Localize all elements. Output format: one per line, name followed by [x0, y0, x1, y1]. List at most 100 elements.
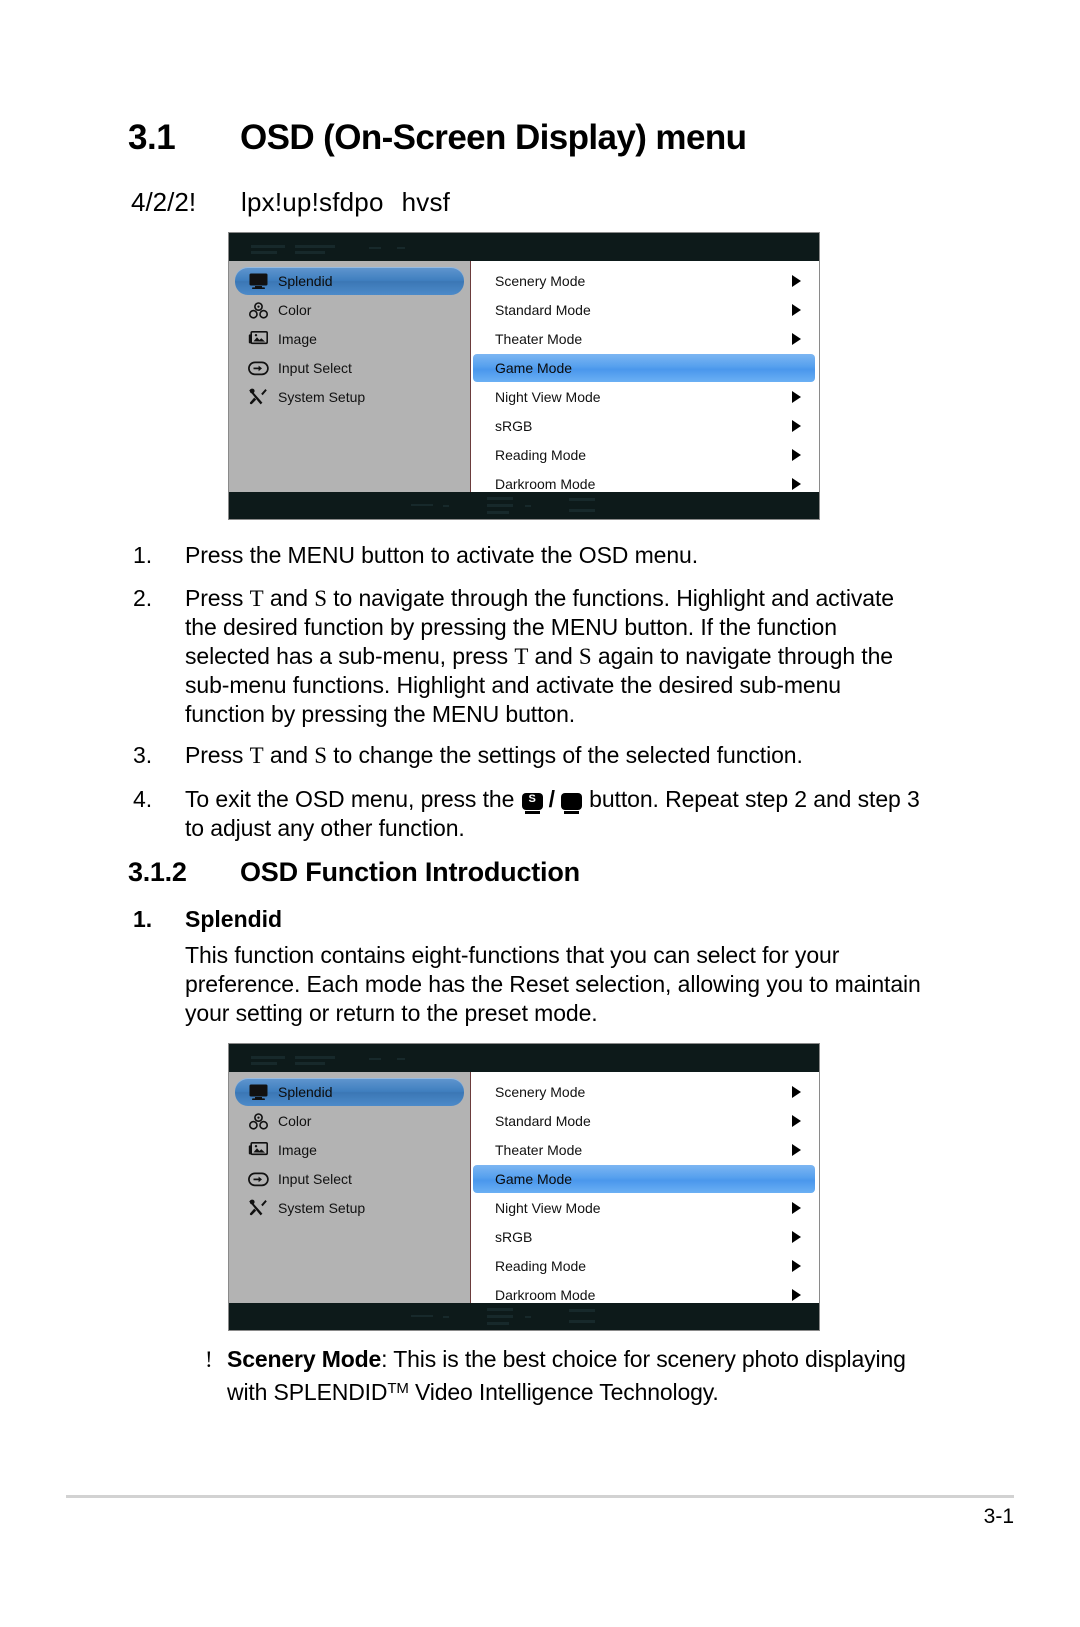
chevron-right-icon: [792, 304, 801, 316]
osd-option-scenery-mode[interactable]: Scenery Mode: [473, 267, 815, 295]
chevron-right-icon: [792, 1144, 801, 1156]
osd-body: Splendid Color Image Input Select System…: [229, 261, 819, 493]
osd-left-menu: Splendid Color Image Input Select System…: [229, 1072, 471, 1304]
step-text: To exit the OSD menu, press the S / butto…: [185, 785, 923, 843]
osd-option-night-view-mode[interactable]: Night View Mode: [473, 1194, 815, 1222]
osd-option-label: Theater Mode: [495, 1142, 583, 1158]
subsection-title-part-b: hvsf: [401, 187, 451, 217]
osd-left-menu: Splendid Color Image Input Select System…: [229, 261, 471, 493]
step-text: Press T and S to navigate through the fu…: [185, 584, 923, 729]
osd-menu-item-splendid[interactable]: Splendid: [235, 1078, 464, 1106]
osd-option-game-mode[interactable]: Game Mode: [473, 1165, 815, 1193]
color-circles-icon: [247, 1111, 269, 1131]
section-heading: 3.1 OSD (On-Screen Display) menu: [128, 118, 948, 158]
osd-select-button-glyph: S: [528, 793, 536, 805]
splendid-item-title: Splendid: [185, 906, 283, 932]
chevron-right-icon: [792, 275, 801, 287]
picture-icon: [247, 329, 269, 349]
osd-menu-item-color[interactable]: Color: [235, 296, 464, 324]
osd-option-label: Reading Mode: [495, 447, 587, 463]
scenery-mode-bullet-text: Scenery Mode: This is the best choice fo…: [227, 1345, 925, 1407]
bullet-marker: !: [205, 1347, 213, 1372]
step-4: 4. To exit the OSD menu, press the S / bu…: [133, 785, 923, 843]
chevron-right-icon: [792, 1115, 801, 1127]
osd-option-standard-mode[interactable]: Standard Mode: [473, 1107, 815, 1135]
osd-menu-item-system-setup[interactable]: System Setup: [235, 383, 464, 411]
chevron-right-icon: [792, 1289, 801, 1301]
osd-option-label: sRGB: [495, 418, 533, 434]
osd-menu-item-label: Color: [278, 1113, 312, 1129]
osd-menu-item-splendid[interactable]: Splendid: [235, 267, 464, 295]
osd-menu-item-input-select[interactable]: Input Select: [235, 354, 464, 382]
up-arrow-symbol: T: [249, 586, 264, 611]
osd-option-label: Theater Mode: [495, 331, 583, 347]
osd-option-label: Night View Mode: [495, 1200, 601, 1216]
osd-menu-item-system-setup[interactable]: System Setup: [235, 1194, 464, 1222]
chevron-right-icon: [792, 449, 801, 461]
osd-top-bar: [229, 1044, 819, 1072]
osd-menu-item-label: Input Select: [278, 1171, 352, 1187]
chevron-right-icon: [792, 333, 801, 345]
osd-option-label: Game Mode: [495, 360, 573, 376]
osd-option-label: Scenery Mode: [495, 273, 586, 289]
chevron-right-icon: [792, 1231, 801, 1243]
osd-menu-item-image[interactable]: Image: [235, 1136, 464, 1164]
step-3: 3. Press T and S to change the settings …: [133, 741, 923, 770]
chevron-right-icon: [792, 1202, 801, 1214]
osd-option-label: Darkroom Mode: [495, 476, 596, 492]
osd-option-label: Night View Mode: [495, 389, 601, 405]
monitor-icon: [247, 271, 269, 291]
osd-option-reading-mode[interactable]: Reading Mode: [473, 441, 815, 469]
osd-select-button-icon: S: [521, 793, 543, 814]
osd-option-game-mode[interactable]: Game Mode: [473, 354, 815, 382]
function-intro-title: OSD Function Introduction: [240, 857, 580, 887]
scenery-mode-bullet: ! Scenery Mode: This is the best choice …: [205, 1345, 925, 1407]
osd-option-scenery-mode[interactable]: Scenery Mode: [473, 1078, 815, 1106]
osd-menu-item-label: System Setup: [278, 1200, 366, 1216]
osd-bottom-bar: [229, 1303, 819, 1330]
down-arrow-symbol: S: [314, 743, 327, 768]
step-number: 1.: [133, 542, 152, 568]
osd-menu-item-label: System Setup: [278, 389, 366, 405]
osd-option-label: Game Mode: [495, 1171, 573, 1187]
osd-bottom-bar: [229, 492, 819, 519]
picture-icon: [247, 1140, 269, 1160]
chevron-right-icon: [792, 1086, 801, 1098]
osd-body: Splendid Color Image Input Select System…: [229, 1072, 819, 1304]
osd-menu-item-image[interactable]: Image: [235, 325, 464, 353]
scenery-bullet-part: Video Intelligence Technology.: [408, 1379, 719, 1405]
osd-menu-item-color[interactable]: Color: [235, 1107, 464, 1135]
osd-menu-item-label: Image: [278, 1142, 317, 1158]
osd-right-menu: Scenery Mode Standard Mode Theater Mode …: [471, 1072, 819, 1304]
osd-menu-item-label: Input Select: [278, 360, 352, 376]
osd-power-button-glyph: [561, 793, 582, 806]
trademark-symbol: TM: [387, 1380, 409, 1397]
splendid-body-text: This function contains eight-functions t…: [185, 942, 921, 1026]
step-number: 2.: [133, 585, 152, 611]
subsection-title-part-a: lpx!up!sfdpo: [241, 187, 384, 217]
splendid-item-number: 1.: [133, 906, 153, 932]
osd-power-button-icon: [560, 793, 582, 814]
step-text-part: and: [263, 585, 315, 611]
step-text-part: to change the settings of the selected f…: [326, 742, 803, 768]
step-text-part: To exit the OSD menu, press the: [185, 786, 521, 812]
osd-option-label: Standard Mode: [495, 1113, 591, 1129]
osd-option-srgb[interactable]: sRGB: [473, 1223, 815, 1251]
section-number: 3.1: [128, 118, 176, 157]
osd-top-bar: [229, 233, 819, 261]
osd-option-reading-mode[interactable]: Reading Mode: [473, 1252, 815, 1280]
section-title: OSD (On-Screen Display) menu: [240, 118, 747, 157]
osd-menu-item-input-select[interactable]: Input Select: [235, 1165, 464, 1193]
osd-option-theater-mode[interactable]: Theater Mode: [473, 1136, 815, 1164]
osd-menu-item-label: Image: [278, 331, 317, 347]
osd-option-srgb[interactable]: sRGB: [473, 412, 815, 440]
osd-menu-item-label: Splendid: [278, 1084, 333, 1100]
document-page: 3.1 OSD (On-Screen Display) menu 4/2/2! …: [0, 0, 1080, 1627]
osd-option-standard-mode[interactable]: Standard Mode: [473, 296, 815, 324]
input-arrow-icon: [247, 1169, 269, 1189]
step-text-part: and: [528, 643, 579, 669]
function-intro-heading: 3.1.2 OSD Function Introduction: [128, 857, 948, 888]
osd-option-theater-mode[interactable]: Theater Mode: [473, 325, 815, 353]
osd-option-night-view-mode[interactable]: Night View Mode: [473, 383, 815, 411]
osd-menu-item-label: Splendid: [278, 273, 333, 289]
